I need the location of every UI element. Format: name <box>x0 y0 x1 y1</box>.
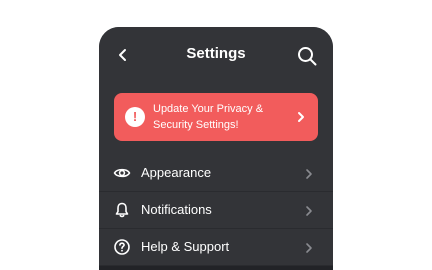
app-header: Settings <box>99 27 333 83</box>
alert-circle-icon: ! <box>125 107 145 127</box>
alert-glyph: ! <box>132 109 138 124</box>
chevron-right-icon <box>303 167 315 179</box>
chevron-right-icon <box>303 241 315 253</box>
settings-item-help-support[interactable]: Help & Support <box>99 229 333 266</box>
banner-text-line-2: Security Settings! <box>153 119 239 131</box>
banner-message: Update Your Privacy & Security Settings! <box>153 101 293 133</box>
banner-section: ! Update Your Privacy & Security Setting… <box>99 83 333 155</box>
settings-item-label: Notifications <box>141 202 212 217</box>
chevron-right-icon <box>303 204 315 216</box>
privacy-update-banner[interactable]: ! Update Your Privacy & Security Setting… <box>114 93 318 141</box>
settings-item-label: Help & Support <box>141 239 230 254</box>
eye-icon <box>113 164 131 182</box>
settings-item-notifications[interactable]: Notifications <box>99 192 333 229</box>
settings-list: Appearance Notifications Help & Support <box>99 155 333 266</box>
help-circle-icon <box>113 238 131 256</box>
settings-item-appearance[interactable]: Appearance <box>99 155 333 192</box>
settings-item-label: Appearance <box>141 165 212 180</box>
banner-text-line-1: Update Your Privacy & <box>153 103 264 115</box>
bell-icon <box>113 201 131 219</box>
chevron-right-icon <box>294 110 308 124</box>
search-icon[interactable] <box>296 45 318 67</box>
settings-screen: Settings ! Update Your Privacy & Securit… <box>99 27 333 270</box>
